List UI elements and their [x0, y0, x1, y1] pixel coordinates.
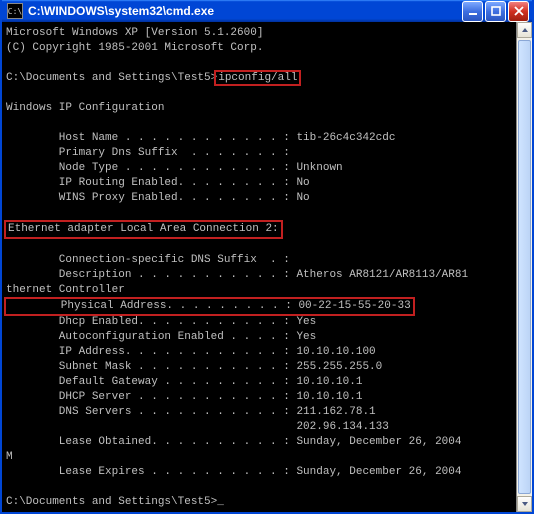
physical-address-highlight: Physical Address. . . . . . . . . : 00-2…: [4, 297, 415, 316]
maximize-button[interactable]: [485, 1, 506, 22]
row-dhcp-server: DHCP Server . . . . . . . . . . . : 10.1…: [6, 391, 362, 403]
row-dns-servers: DNS Servers . . . . . . . . . . . : 211.…: [6, 406, 376, 418]
prompt-2: C:\Documents and Settings\Test5>: [6, 496, 217, 508]
window-title: C:\WINDOWS\system32\cmd.exe: [28, 4, 462, 18]
window-buttons: [462, 1, 529, 22]
header-line-2: (C) Copyright 1985-2001 Microsoft Corp.: [6, 42, 263, 54]
row-dns-servers-2: 202.96.134.133: [6, 421, 389, 433]
scroll-down-button[interactable]: [517, 496, 532, 512]
row-node-type: Node Type . . . . . . . . . . . . : Unkn…: [6, 162, 343, 174]
terminal-output[interactable]: Microsoft Windows XP [Version 5.1.2600] …: [2, 22, 516, 512]
row-dhcp-enabled: Dhcp Enabled. . . . . . . . . . . : Yes: [6, 316, 316, 328]
row-wins-proxy: WINS Proxy Enabled. . . . . . . . : No: [6, 192, 310, 204]
prompt-1: C:\Documents and Settings\Test5>: [6, 72, 217, 84]
row-description: Description . . . . . . . . . . . : Athe…: [6, 269, 468, 281]
header-line-1: Microsoft Windows XP [Version 5.1.2600]: [6, 27, 263, 39]
row-description-wrap: thernet Controller: [6, 284, 125, 296]
row-subnet-mask: Subnet Mask . . . . . . . . . . . : 255.…: [6, 361, 382, 373]
row-conn-dns: Connection-specific DNS Suffix . :: [6, 254, 290, 266]
row-default-gateway: Default Gateway . . . . . . . . . : 10.1…: [6, 376, 362, 388]
row-ip-routing: IP Routing Enabled. . . . . . . . : No: [6, 177, 310, 189]
close-button[interactable]: [508, 1, 529, 22]
cmd-window: C:\ C:\WINDOWS\system32\cmd.exe Microsof…: [0, 0, 534, 514]
command-highlight: ipconfig/all: [214, 70, 301, 86]
row-ip-address: IP Address. . . . . . . . . . . . : 10.1…: [6, 346, 376, 358]
minimize-button[interactable]: [462, 1, 483, 22]
row-host-name: Host Name . . . . . . . . . . . . : tib-…: [6, 132, 395, 144]
row-lease-obtained: Lease Obtained. . . . . . . . . . : Sund…: [6, 436, 461, 448]
vertical-scrollbar[interactable]: [516, 22, 532, 512]
scroll-thumb[interactable]: [518, 40, 531, 494]
row-lease-expires: Lease Expires . . . . . . . . . . : Sund…: [6, 466, 461, 478]
adapter-title-highlight: Ethernet adapter Local Area Connection 2…: [4, 220, 283, 239]
cmd-icon: C:\: [7, 3, 23, 19]
titlebar[interactable]: C:\ C:\WINDOWS\system32\cmd.exe: [2, 0, 532, 22]
section-win-ip: Windows IP Configuration: [6, 102, 164, 114]
row-autoconf: Autoconfiguration Enabled . . . . : Yes: [6, 331, 316, 343]
row-lease-obtained-wrap: M: [6, 451, 13, 463]
scroll-track[interactable]: [517, 38, 532, 496]
row-primary-dns: Primary Dns Suffix . . . . . . . :: [6, 147, 290, 159]
terminal-wrap: Microsoft Windows XP [Version 5.1.2600] …: [2, 22, 532, 512]
scroll-up-button[interactable]: [517, 22, 532, 38]
cursor: _: [217, 496, 224, 508]
